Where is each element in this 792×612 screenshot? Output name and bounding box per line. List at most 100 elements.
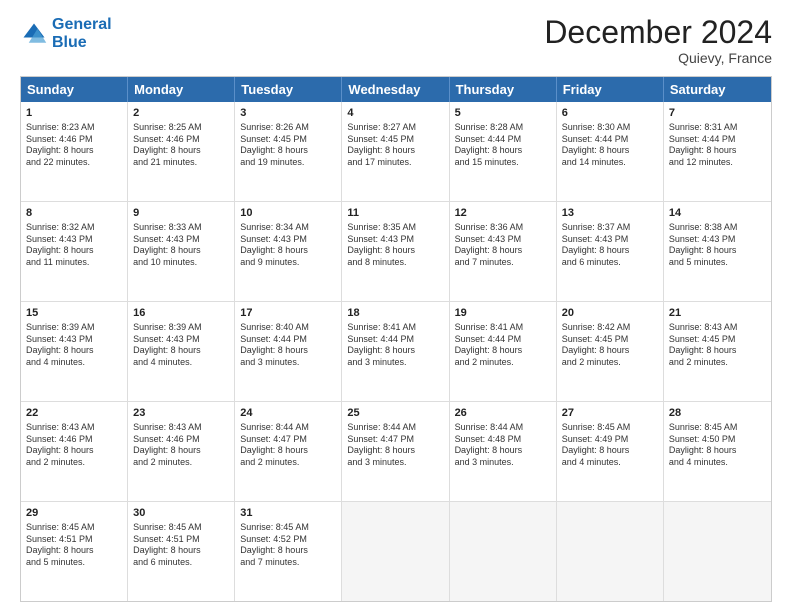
- cal-cell: 21Sunrise: 8:43 AM Sunset: 4:45 PM Dayli…: [664, 302, 771, 401]
- day-number: 26: [455, 406, 551, 421]
- day-number: 13: [562, 206, 658, 221]
- cal-header-saturday: Saturday: [664, 77, 771, 102]
- cal-cell: [342, 502, 449, 601]
- cal-cell: 7Sunrise: 8:31 AM Sunset: 4:44 PM Daylig…: [664, 102, 771, 201]
- cell-text: Sunrise: 8:25 AM Sunset: 4:46 PM Dayligh…: [133, 122, 229, 169]
- calendar: SundayMondayTuesdayWednesdayThursdayFrid…: [20, 76, 772, 602]
- day-number: 20: [562, 306, 658, 321]
- cal-cell: [450, 502, 557, 601]
- cal-header-monday: Monday: [128, 77, 235, 102]
- day-number: 14: [669, 206, 766, 221]
- cal-header-thursday: Thursday: [450, 77, 557, 102]
- cal-header-friday: Friday: [557, 77, 664, 102]
- cal-cell: 26Sunrise: 8:44 AM Sunset: 4:48 PM Dayli…: [450, 402, 557, 501]
- cal-header-sunday: Sunday: [21, 77, 128, 102]
- cal-cell: 10Sunrise: 8:34 AM Sunset: 4:43 PM Dayli…: [235, 202, 342, 301]
- day-number: 24: [240, 406, 336, 421]
- cal-cell: 13Sunrise: 8:37 AM Sunset: 4:43 PM Dayli…: [557, 202, 664, 301]
- cal-cell: 2Sunrise: 8:25 AM Sunset: 4:46 PM Daylig…: [128, 102, 235, 201]
- cal-cell: 16Sunrise: 8:39 AM Sunset: 4:43 PM Dayli…: [128, 302, 235, 401]
- day-number: 29: [26, 506, 122, 521]
- cell-text: Sunrise: 8:38 AM Sunset: 4:43 PM Dayligh…: [669, 222, 766, 269]
- cal-cell: [664, 502, 771, 601]
- cell-text: Sunrise: 8:41 AM Sunset: 4:44 PM Dayligh…: [455, 322, 551, 369]
- day-number: 11: [347, 206, 443, 221]
- day-number: 31: [240, 506, 336, 521]
- header: General Blue December 2024 Quievy, Franc…: [20, 16, 772, 66]
- cal-cell: 31Sunrise: 8:45 AM Sunset: 4:52 PM Dayli…: [235, 502, 342, 601]
- cell-text: Sunrise: 8:37 AM Sunset: 4:43 PM Dayligh…: [562, 222, 658, 269]
- month-title: December 2024: [544, 16, 772, 48]
- cal-cell: 19Sunrise: 8:41 AM Sunset: 4:44 PM Dayli…: [450, 302, 557, 401]
- cell-text: Sunrise: 8:44 AM Sunset: 4:47 PM Dayligh…: [240, 422, 336, 469]
- cal-cell: 12Sunrise: 8:36 AM Sunset: 4:43 PM Dayli…: [450, 202, 557, 301]
- cal-cell: 29Sunrise: 8:45 AM Sunset: 4:51 PM Dayli…: [21, 502, 128, 601]
- day-number: 3: [240, 106, 336, 121]
- cal-cell: 14Sunrise: 8:38 AM Sunset: 4:43 PM Dayli…: [664, 202, 771, 301]
- title-block: December 2024 Quievy, France: [544, 16, 772, 66]
- cell-text: Sunrise: 8:36 AM Sunset: 4:43 PM Dayligh…: [455, 222, 551, 269]
- cell-text: Sunrise: 8:42 AM Sunset: 4:45 PM Dayligh…: [562, 322, 658, 369]
- day-number: 15: [26, 306, 122, 321]
- day-number: 18: [347, 306, 443, 321]
- cal-cell: 3Sunrise: 8:26 AM Sunset: 4:45 PM Daylig…: [235, 102, 342, 201]
- cell-text: Sunrise: 8:43 AM Sunset: 4:46 PM Dayligh…: [26, 422, 122, 469]
- cell-text: Sunrise: 8:40 AM Sunset: 4:44 PM Dayligh…: [240, 322, 336, 369]
- cal-row-4: 22Sunrise: 8:43 AM Sunset: 4:46 PM Dayli…: [21, 402, 771, 502]
- day-number: 10: [240, 206, 336, 221]
- calendar-header: SundayMondayTuesdayWednesdayThursdayFrid…: [21, 77, 771, 102]
- cal-cell: 5Sunrise: 8:28 AM Sunset: 4:44 PM Daylig…: [450, 102, 557, 201]
- logo-icon: [20, 20, 48, 48]
- cell-text: Sunrise: 8:35 AM Sunset: 4:43 PM Dayligh…: [347, 222, 443, 269]
- cal-cell: 22Sunrise: 8:43 AM Sunset: 4:46 PM Dayli…: [21, 402, 128, 501]
- cell-text: Sunrise: 8:41 AM Sunset: 4:44 PM Dayligh…: [347, 322, 443, 369]
- cal-row-2: 8Sunrise: 8:32 AM Sunset: 4:43 PM Daylig…: [21, 202, 771, 302]
- day-number: 23: [133, 406, 229, 421]
- cell-text: Sunrise: 8:44 AM Sunset: 4:48 PM Dayligh…: [455, 422, 551, 469]
- cal-cell: 28Sunrise: 8:45 AM Sunset: 4:50 PM Dayli…: [664, 402, 771, 501]
- cell-text: Sunrise: 8:45 AM Sunset: 4:52 PM Dayligh…: [240, 522, 336, 569]
- calendar-body: 1Sunrise: 8:23 AM Sunset: 4:46 PM Daylig…: [21, 102, 771, 601]
- cal-cell: 20Sunrise: 8:42 AM Sunset: 4:45 PM Dayli…: [557, 302, 664, 401]
- day-number: 30: [133, 506, 229, 521]
- cal-cell: 17Sunrise: 8:40 AM Sunset: 4:44 PM Dayli…: [235, 302, 342, 401]
- cal-cell: [557, 502, 664, 601]
- cal-row-1: 1Sunrise: 8:23 AM Sunset: 4:46 PM Daylig…: [21, 102, 771, 202]
- day-number: 28: [669, 406, 766, 421]
- day-number: 8: [26, 206, 122, 221]
- cal-cell: 6Sunrise: 8:30 AM Sunset: 4:44 PM Daylig…: [557, 102, 664, 201]
- day-number: 21: [669, 306, 766, 321]
- cell-text: Sunrise: 8:45 AM Sunset: 4:51 PM Dayligh…: [133, 522, 229, 569]
- cell-text: Sunrise: 8:31 AM Sunset: 4:44 PM Dayligh…: [669, 122, 766, 169]
- cal-row-5: 29 Sunrise: 8:45 AM Sunset: 4:51 PM Dayli…: [21, 502, 771, 601]
- day-number: 1: [26, 106, 122, 121]
- day-number: 9: [133, 206, 229, 221]
- day-number: 7: [669, 106, 766, 121]
- cell-text: Sunrise: 8:33 AM Sunset: 4:43 PM Dayligh…: [133, 222, 229, 269]
- cal-cell: 8Sunrise: 8:32 AM Sunset: 4:43 PM Daylig…: [21, 202, 128, 301]
- page: General Blue December 2024 Quievy, Franc…: [0, 0, 792, 612]
- cell-text: Sunrise: 8:34 AM Sunset: 4:43 PM Dayligh…: [240, 222, 336, 269]
- cal-cell: 24Sunrise: 8:44 AM Sunset: 4:47 PM Dayli…: [235, 402, 342, 501]
- cell-text: Sunrise: 8:30 AM Sunset: 4:44 PM Dayligh…: [562, 122, 658, 169]
- day-number: 6: [562, 106, 658, 121]
- cell-text: Sunrise: 8:43 AM Sunset: 4:45 PM Dayligh…: [669, 322, 766, 369]
- logo-text: General Blue: [52, 16, 112, 51]
- cal-cell: 15Sunrise: 8:39 AM Sunset: 4:43 PM Dayli…: [21, 302, 128, 401]
- day-number: 4: [347, 106, 443, 121]
- cell-text: Sunrise: 8:28 AM Sunset: 4:44 PM Dayligh…: [455, 122, 551, 169]
- cell-text: Sunrise: 8:32 AM Sunset: 4:43 PM Dayligh…: [26, 222, 122, 269]
- day-number: 19: [455, 306, 551, 321]
- logo-line2: Blue: [52, 34, 87, 51]
- cell-text: Sunrise: 8:39 AM Sunset: 4:43 PM Dayligh…: [26, 322, 122, 369]
- cal-header-tuesday: Tuesday: [235, 77, 342, 102]
- cal-cell: 11Sunrise: 8:35 AM Sunset: 4:43 PM Dayli…: [342, 202, 449, 301]
- cal-cell: 25Sunrise: 8:44 AM Sunset: 4:47 PM Dayli…: [342, 402, 449, 501]
- cal-cell: 9Sunrise: 8:33 AM Sunset: 4:43 PM Daylig…: [128, 202, 235, 301]
- cell-text: Sunrise: 8:45 AM Sunset: 4:50 PM Dayligh…: [669, 422, 766, 469]
- day-number: 25: [347, 406, 443, 421]
- day-number: 16: [133, 306, 229, 321]
- day-number: 5: [455, 106, 551, 121]
- logo-line1: General: [52, 16, 112, 33]
- cell-text: Sunrise: 8:27 AM Sunset: 4:45 PM Dayligh…: [347, 122, 443, 169]
